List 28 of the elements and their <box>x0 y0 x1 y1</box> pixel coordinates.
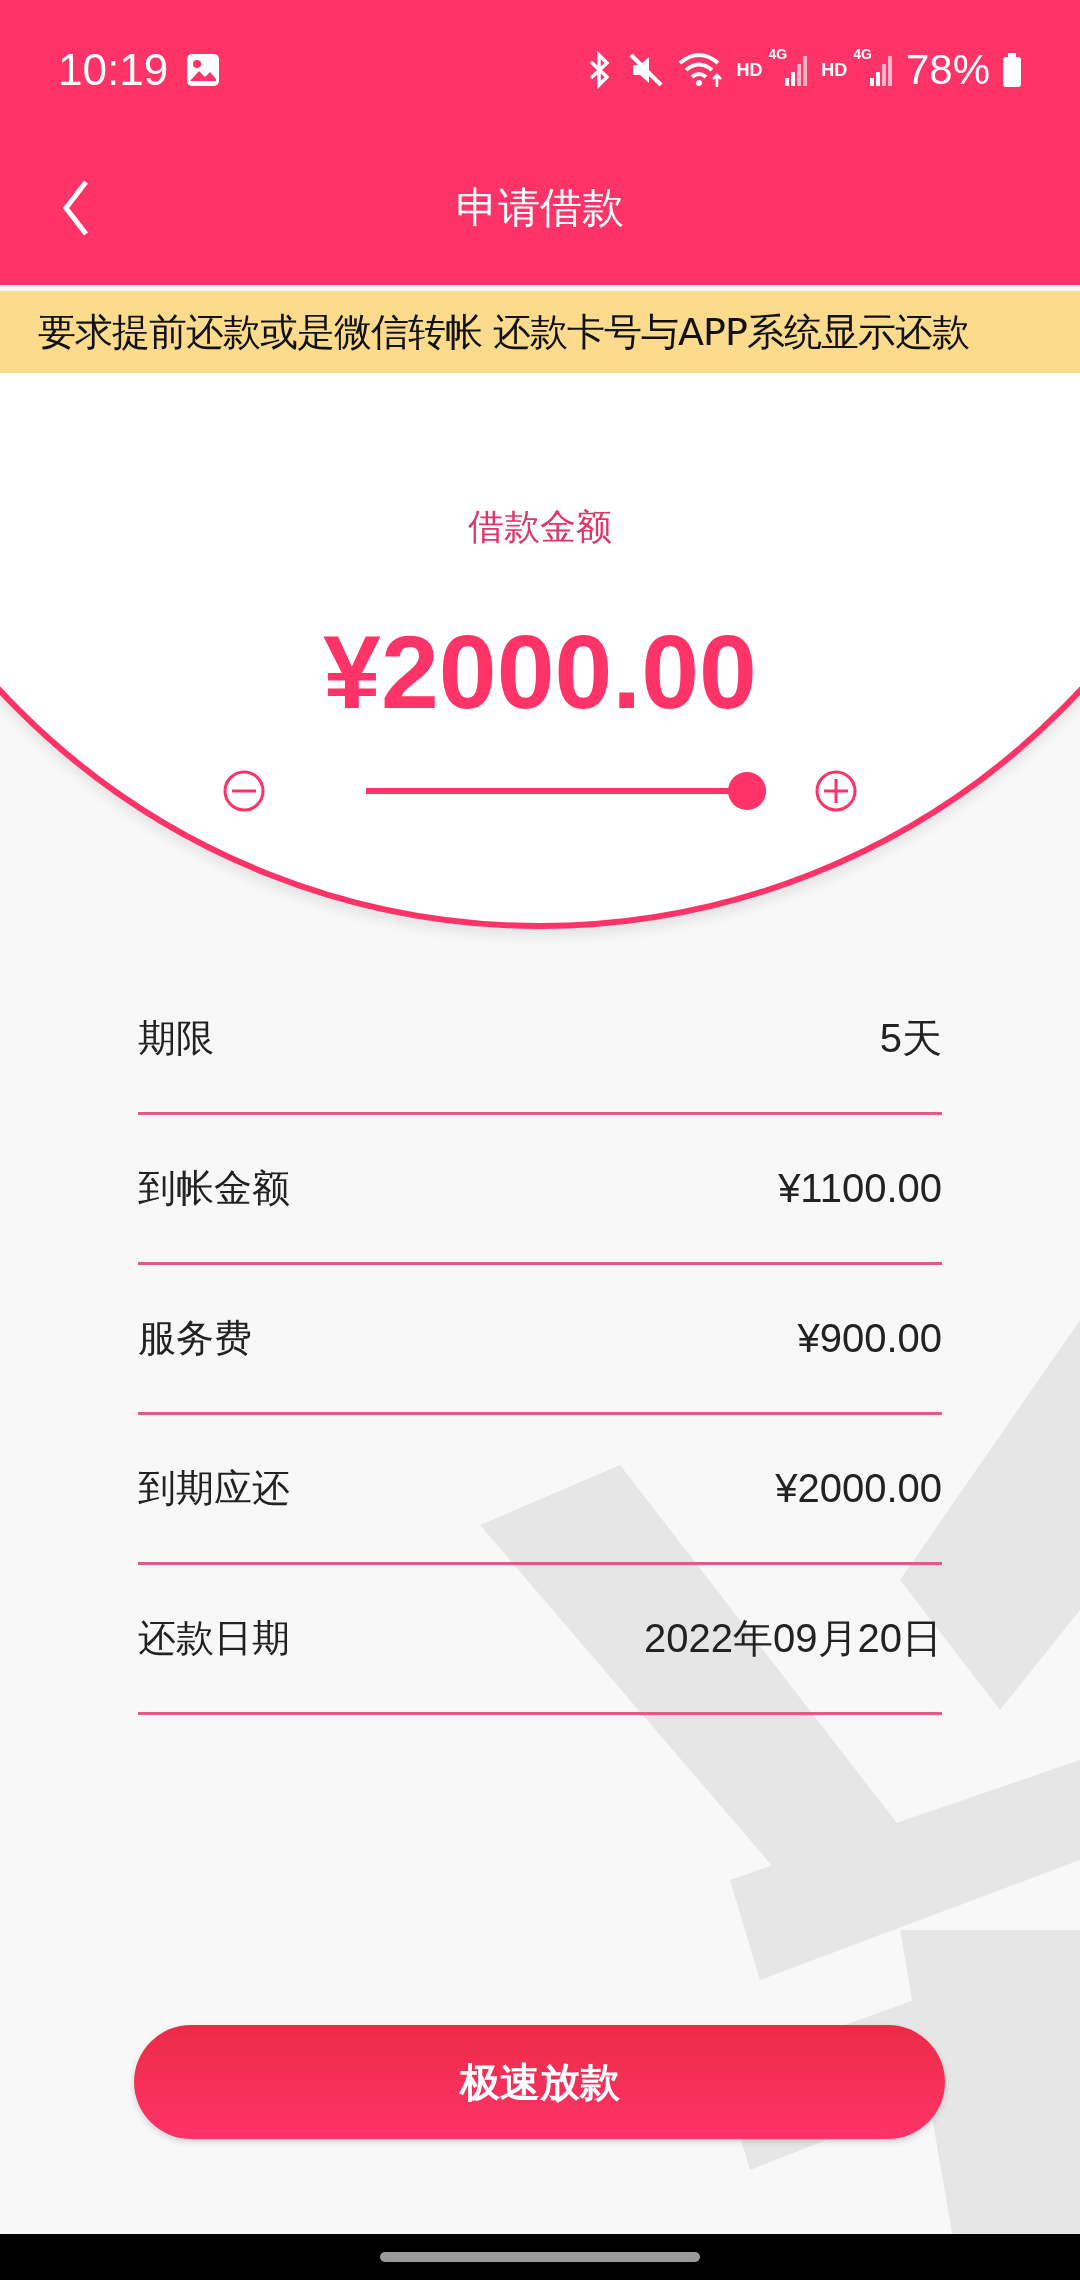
amount-value: ¥2000.00 <box>323 620 757 724</box>
clock: 10:19 <box>58 45 169 95</box>
submit-button[interactable]: 极速放款 <box>134 2025 945 2139</box>
detail-label: 还款日期 <box>138 1615 290 1662</box>
battery-percent: 78% <box>905 46 990 94</box>
network-type: 4G <box>768 46 788 62</box>
detail-label: 到帐金额 <box>138 1165 290 1212</box>
detail-value: 5天 <box>879 1015 942 1062</box>
network-type: 4G <box>853 46 872 62</box>
back-icon <box>60 178 90 238</box>
hd-label: HD <box>736 59 763 81</box>
page-title: 申请借款 <box>456 181 624 234</box>
hd-label: HD <box>821 59 848 81</box>
notice-text: 要求提前还款或是微信转帐 还款卡号与APP系统显示还款 <box>38 309 969 356</box>
detail-label: 到期应还 <box>138 1465 290 1512</box>
decrease-button[interactable] <box>221 768 267 814</box>
detail-value: 2022年09月20日 <box>644 1615 942 1662</box>
signal-icon <box>785 54 810 86</box>
amount-label: 借款金额 <box>468 505 612 549</box>
detail-label: 期限 <box>138 1015 214 1062</box>
increase-button[interactable] <box>813 768 859 814</box>
detail-label: 服务费 <box>138 1315 252 1362</box>
image-icon <box>186 53 221 87</box>
detail-value: ¥900.00 <box>797 1316 942 1361</box>
battery-icon <box>1002 53 1022 87</box>
detail-value: ¥2000.00 <box>775 1466 942 1511</box>
detail-value: ¥1100.00 <box>778 1166 942 1211</box>
signal-icon <box>869 54 894 86</box>
